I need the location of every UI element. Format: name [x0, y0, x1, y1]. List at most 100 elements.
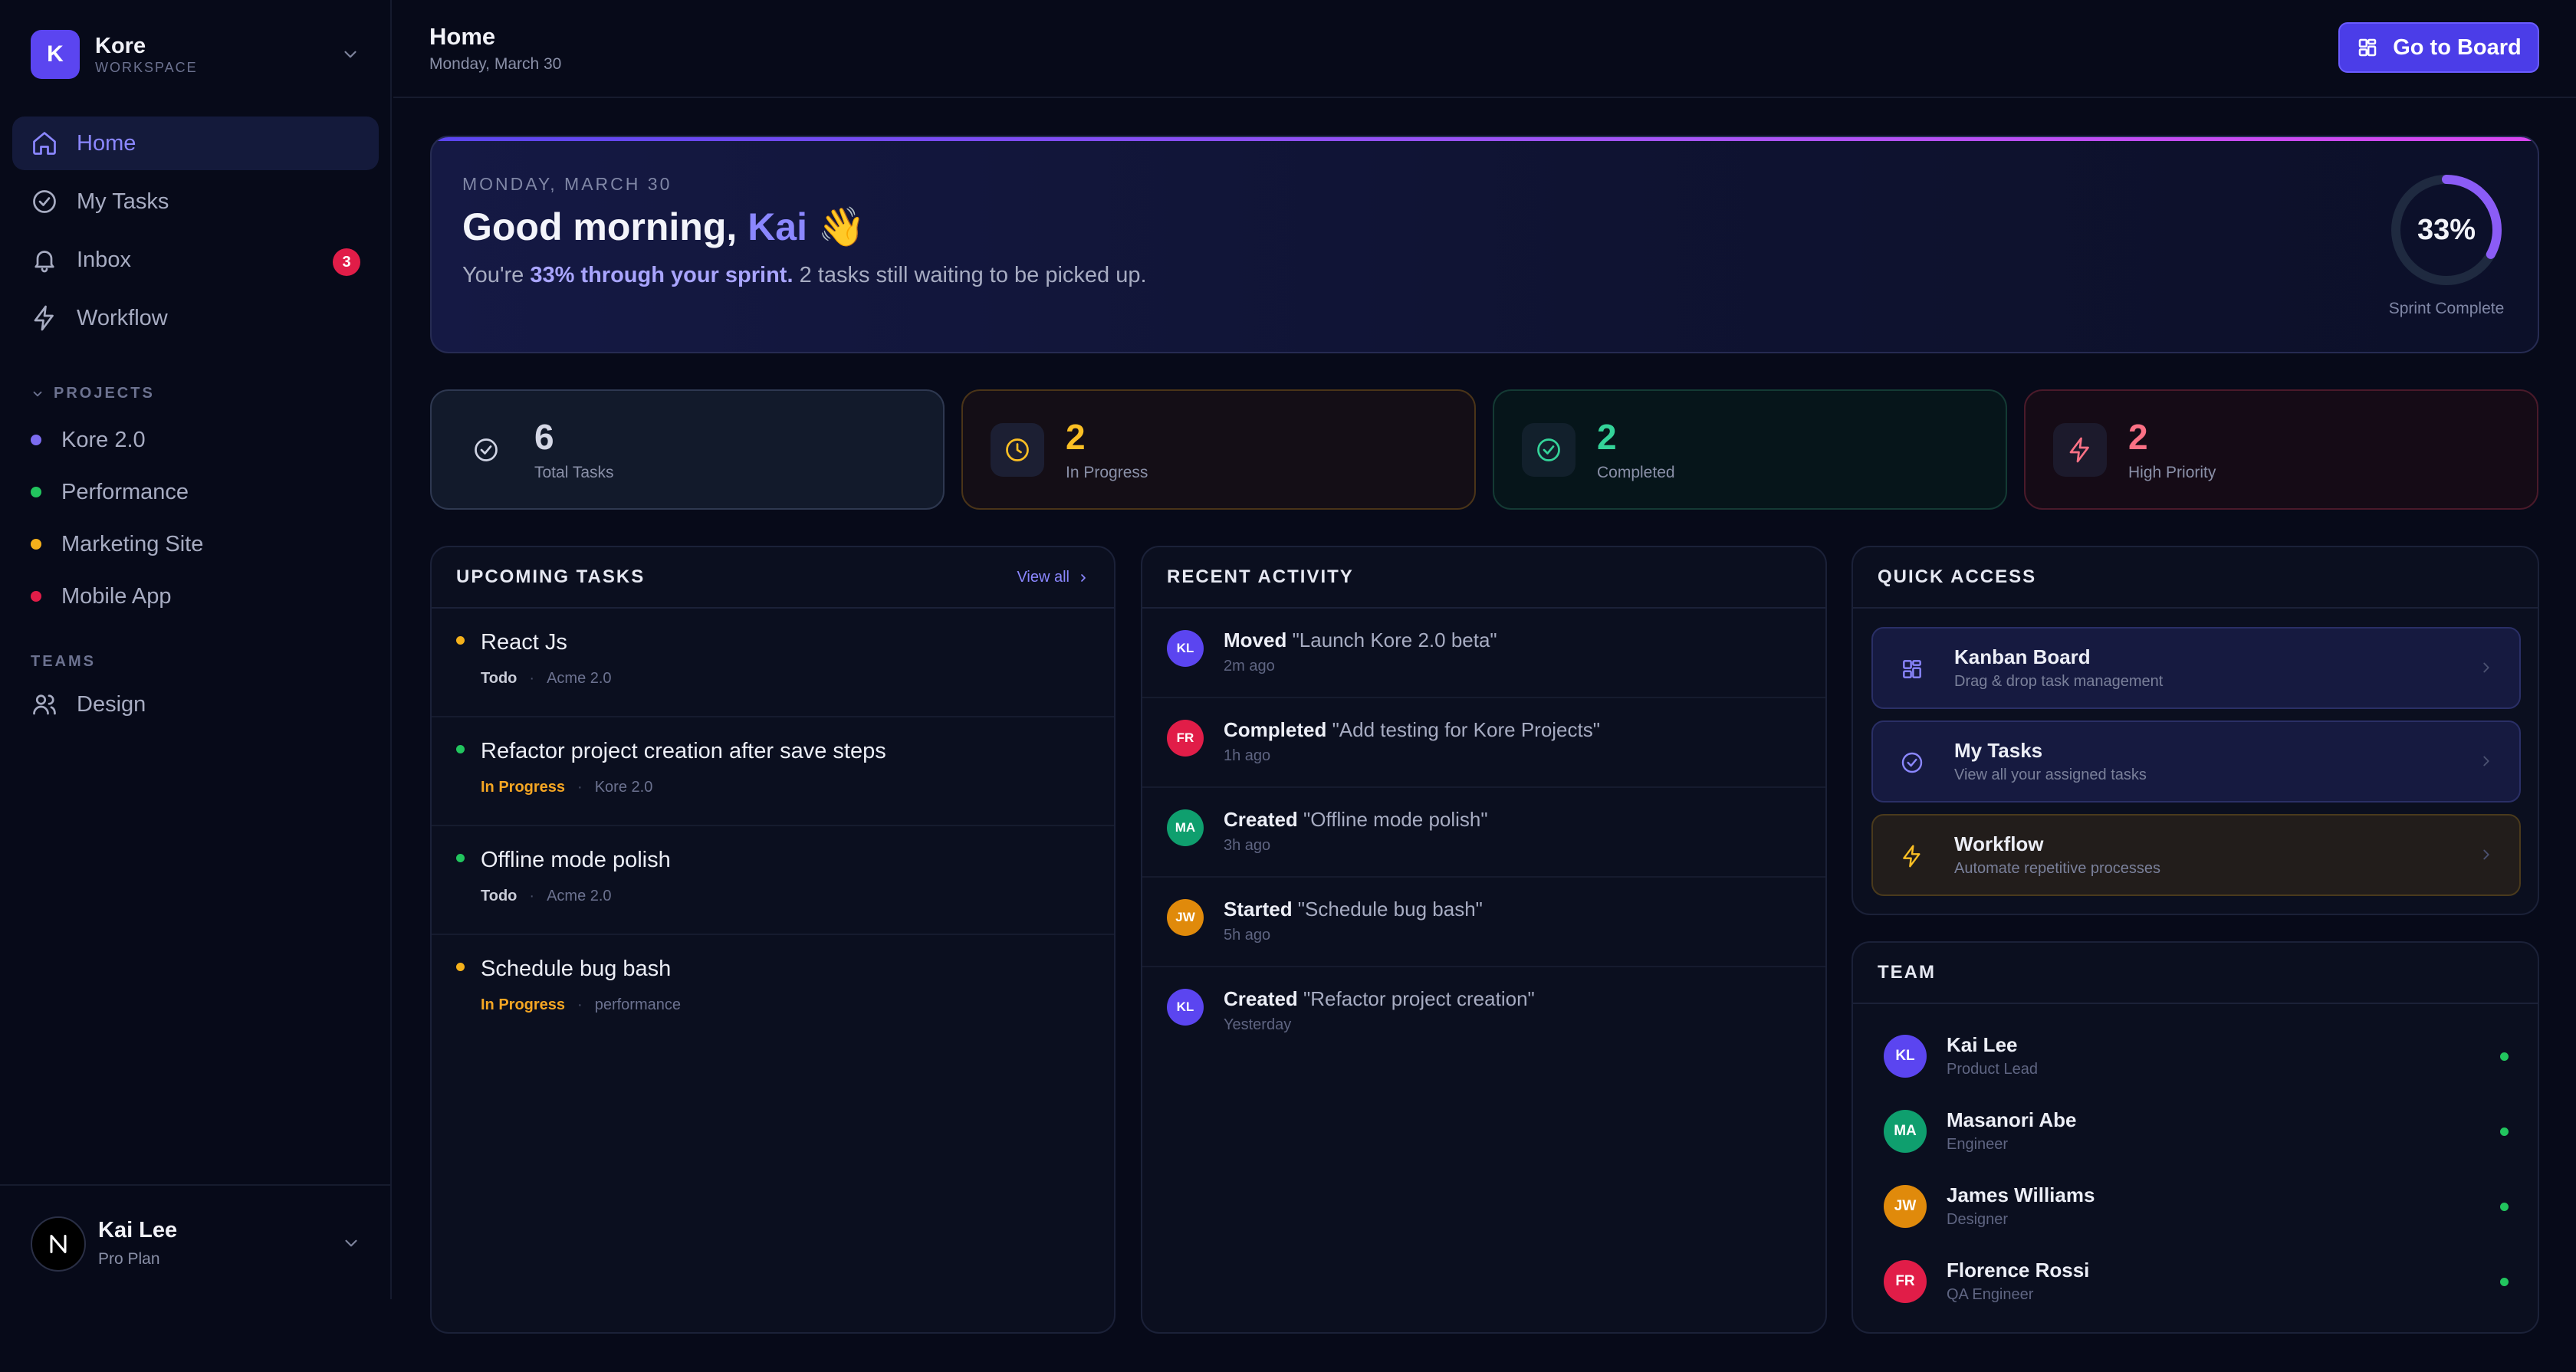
chevron-down-icon[interactable] — [340, 44, 360, 64]
activity-target: "Refactor project creation" — [1297, 987, 1535, 1010]
stat-card-high-priority[interactable]: 2 High Priority — [2024, 389, 2538, 510]
teams-heading-label: TEAMS — [31, 653, 96, 670]
chevron-right-icon — [2478, 659, 2495, 676]
activity-text: Created "Offline mode polish" — [1224, 808, 1488, 832]
stat-card-completed[interactable]: 2 Completed — [1493, 389, 2007, 510]
avatar: KL — [1167, 989, 1204, 1026]
avatar — [31, 1216, 86, 1272]
nav-item-label: My Tasks — [77, 189, 169, 214]
task-list: React Js Todo · Acme 2.0 Refactor projec… — [432, 609, 1114, 1044]
member-role: Engineer — [1947, 1136, 2009, 1153]
team-item-design[interactable]: Design — [31, 678, 146, 730]
chevron-right-icon — [2478, 753, 2495, 770]
quick-access-kanban-board[interactable]: Kanban Board Drag & drop task management — [1871, 627, 2521, 709]
task-dot — [456, 745, 465, 753]
projects-section-toggle[interactable]: PROJECTS — [31, 385, 155, 402]
activity-target: "Offline mode polish" — [1297, 808, 1488, 831]
task-row[interactable]: Refactor project creation after save ste… — [432, 717, 1114, 826]
summary-highlight: 33% through your sprint. — [530, 263, 794, 287]
member-name: James Williams — [1947, 1183, 2095, 1206]
summary-prefix: You're — [462, 263, 531, 287]
board-icon — [2356, 36, 2393, 59]
project-item-marketing-site[interactable]: Marketing Site — [31, 518, 368, 570]
task-title: Offline mode polish — [481, 848, 671, 872]
banner-date: MONDAY, MARCH 30 — [462, 174, 672, 194]
activity-item[interactable]: MA Created "Offline mode polish" 3h ago — [1142, 788, 1825, 878]
stat-label: Total Tasks — [534, 463, 614, 481]
quick-access-my-tasks[interactable]: My Tasks View all your assigned tasks — [1871, 720, 2521, 803]
quick-access-workflow[interactable]: Workflow Automate repetitive processes — [1871, 814, 2521, 896]
stat-value: 6 — [534, 416, 554, 457]
team-member[interactable]: FR Florence Rossi QA Engineer — [1853, 1242, 2538, 1317]
nav-item-home[interactable]: Home — [12, 117, 379, 170]
main-nav: Home My Tasks Inbox 3 Workflow — [12, 117, 379, 350]
check-circle-icon — [1898, 748, 1927, 777]
activity-action: Started — [1224, 898, 1293, 921]
panel-title: UPCOMING TASKS — [456, 566, 646, 587]
member-role: QA Engineer — [1947, 1286, 2034, 1303]
workspace-logo: K — [31, 30, 80, 79]
task-project: performance — [594, 996, 681, 1013]
member-role: Product Lead — [1947, 1061, 2038, 1078]
sprint-progress-value: 33% — [2417, 214, 2476, 246]
nav-item-my-tasks[interactable]: My Tasks — [12, 175, 379, 228]
nav-item-inbox[interactable]: Inbox 3 — [12, 233, 379, 287]
activity-item[interactable]: KL Moved "Launch Kore 2.0 beta" 2m ago — [1142, 609, 1825, 698]
team-member-list: KL Kai Lee Product Lead MA Masanori Abe … — [1853, 1004, 2538, 1317]
task-row[interactable]: Schedule bug bash In Progress · performa… — [432, 935, 1114, 1044]
welcome-banner: MONDAY, MARCH 30 Good morning, Kai 👋 You… — [430, 136, 2539, 353]
task-row[interactable]: Offline mode polish Todo · Acme 2.0 — [432, 826, 1114, 935]
project-color-dot — [31, 435, 41, 445]
task-status: Todo — [481, 888, 518, 904]
project-color-dot — [31, 591, 41, 602]
task-row[interactable]: React Js Todo · Acme 2.0 — [432, 609, 1114, 717]
member-name: Florence Rossi — [1947, 1259, 2090, 1282]
project-color-dot — [31, 539, 41, 550]
chevron-right-icon — [2478, 846, 2495, 863]
avatar: MA — [1884, 1110, 1927, 1153]
project-item-kore-2[interactable]: Kore 2.0 — [31, 414, 368, 466]
check-circle-icon — [459, 423, 513, 477]
activity-item[interactable]: FR Completed "Add testing for Kore Proje… — [1142, 698, 1825, 788]
user-plan: Pro Plan — [98, 1250, 160, 1268]
avatar: FR — [1167, 720, 1204, 757]
activity-item[interactable]: JW Started "Schedule bug bash" 5h ago — [1142, 878, 1825, 967]
go-to-board-label: Go to Board — [2393, 34, 2522, 60]
project-item-mobile-app[interactable]: Mobile App — [31, 570, 368, 622]
users-icon — [31, 691, 58, 718]
workspace-name: Kore — [95, 34, 146, 58]
recent-activity-panel: RECENT ACTIVITY KL Moved "Launch Kore 2.… — [1141, 546, 1827, 1334]
activity-text: Started "Schedule bug bash" — [1224, 898, 1483, 921]
sprint-progress-caption: Sprint Complete — [2388, 300, 2505, 317]
upcoming-tasks-panel: UPCOMING TASKS View all React Js Todo · … — [430, 546, 1116, 1334]
check-circle-icon — [1522, 422, 1576, 477]
quick-access-desc: Automate repetitive processes — [1954, 860, 2161, 877]
project-label: Performance — [61, 479, 189, 504]
task-project: Acme 2.0 — [547, 888, 612, 904]
stat-card-in-progress[interactable]: 2 In Progress — [961, 389, 1476, 510]
nav-item-workflow[interactable]: Workflow — [12, 291, 379, 345]
sprint-summary: You're 33% through your sprint. 2 tasks … — [462, 260, 1152, 290]
project-list: Kore 2.0 Performance Marketing Site Mobi… — [31, 414, 368, 622]
user-menu[interactable]: Kai Lee Pro Plan — [0, 1184, 392, 1299]
task-title: Schedule bug bash — [481, 957, 672, 981]
team-member[interactable]: JW James Williams Designer — [1853, 1167, 2538, 1242]
panel-title: RECENT ACTIVITY — [1167, 566, 1354, 587]
view-all-label: View all — [1017, 569, 1070, 586]
online-status-dot — [2500, 1278, 2509, 1286]
activity-item[interactable]: KL Created "Refactor project creation" Y… — [1142, 967, 1825, 1057]
team-label: Design — [77, 691, 146, 717]
go-to-board-button[interactable]: Go to Board — [2338, 22, 2539, 73]
team-member[interactable]: KL Kai Lee Product Lead — [1853, 1016, 2538, 1091]
activity-text: Completed "Add testing for Kore Projects… — [1224, 718, 1600, 742]
team-member[interactable]: MA Masanori Abe Engineer — [1853, 1091, 2538, 1167]
avatar: MA — [1167, 809, 1204, 846]
workspace-switcher[interactable]: K Kore WORKSPACE — [31, 29, 360, 80]
stat-card-total-tasks[interactable]: 6 Total Tasks — [430, 389, 945, 510]
quick-access-title: My Tasks — [1954, 739, 2043, 762]
task-project: Acme 2.0 — [547, 670, 612, 687]
view-all-link[interactable]: View all — [1017, 569, 1089, 586]
member-role: Designer — [1947, 1211, 2009, 1228]
activity-time: 2m ago — [1224, 658, 1275, 675]
project-item-performance[interactable]: Performance — [31, 466, 368, 518]
